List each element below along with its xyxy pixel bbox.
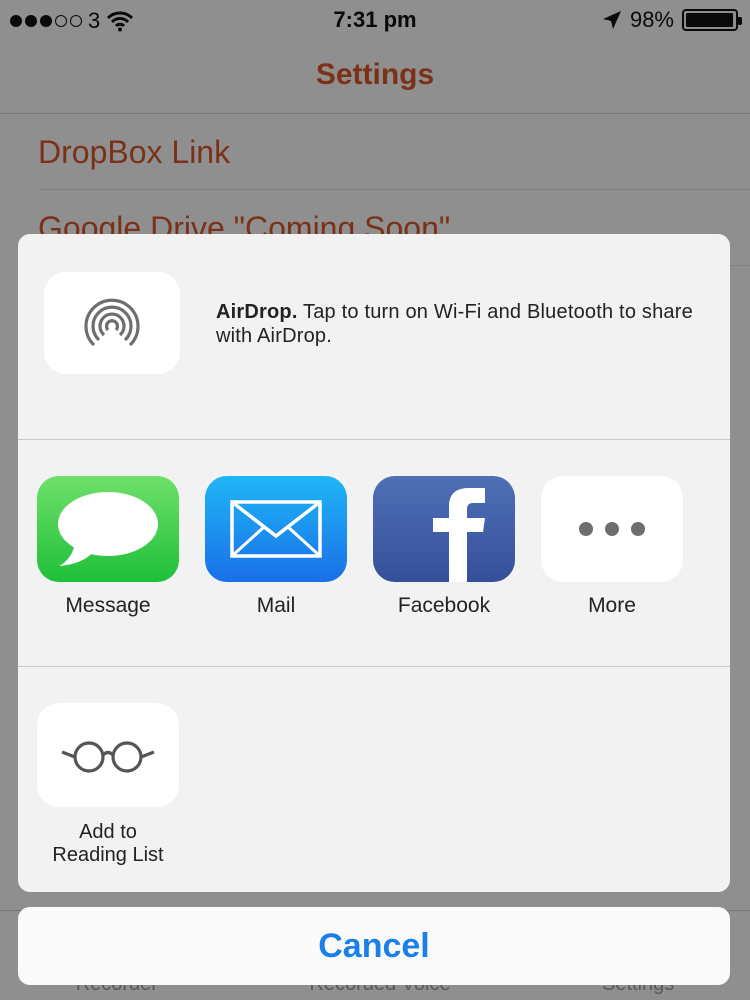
share-app-label: Facebook	[397, 594, 491, 617]
share-sheet: AirDrop. Tap to turn on Wi-Fi and Blueto…	[18, 234, 730, 892]
share-app-more[interactable]: More	[532, 476, 692, 618]
share-app-label: Message	[65, 594, 151, 617]
airdrop-icon[interactable]	[44, 272, 180, 374]
share-actions-row: Add to Reading List	[18, 667, 730, 892]
airdrop-section: AirDrop. Tap to turn on Wi-Fi and Blueto…	[18, 234, 730, 440]
facebook-icon[interactable]	[373, 476, 515, 582]
reading-glasses-icon[interactable]	[37, 703, 179, 807]
share-app-mail[interactable]: Mail	[196, 476, 356, 618]
cancel-button[interactable]: Cancel	[18, 907, 730, 985]
airdrop-message: AirDrop. Tap to turn on Wi-Fi and Blueto…	[216, 300, 696, 348]
share-apps-row: Message Mail Facebook More	[18, 440, 730, 667]
share-app-message[interactable]: Message	[28, 476, 188, 618]
action-label: Add to Reading List	[28, 821, 188, 867]
mail-icon[interactable]	[205, 476, 347, 582]
more-icon[interactable]	[541, 476, 683, 582]
action-add-to-reading-list[interactable]: Add to Reading List	[28, 703, 188, 867]
share-app-label: Mail	[256, 594, 296, 617]
share-app-label: More	[588, 594, 636, 617]
action-label-line2: Reading List	[52, 844, 164, 866]
airdrop-title: AirDrop.	[216, 301, 298, 323]
message-icon[interactable]	[37, 476, 179, 582]
share-app-facebook[interactable]: Facebook	[364, 476, 524, 618]
action-label-line1: Add to	[79, 821, 137, 843]
